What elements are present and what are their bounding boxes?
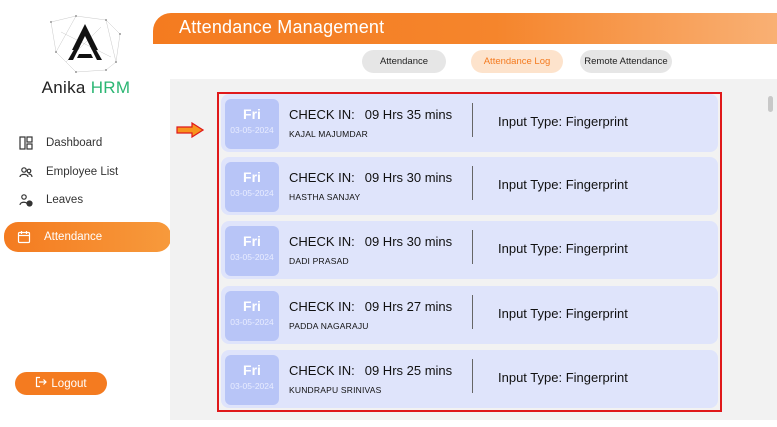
tab-attendance[interactable]: Attendance [362,50,446,73]
people-icon [18,164,34,180]
sidebar-item-employee-list[interactable]: Employee List [6,158,170,186]
brand-name: Anika HRM [0,78,172,98]
sidebar-item-label: Attendance [44,231,103,243]
arrow-right-icon [176,122,204,138]
app-window: Anika HRM Dashboard Employee List Leaves [0,0,777,427]
logout-icon [35,376,48,391]
page-title: Attendance Management [179,17,385,37]
tab-attendance-log[interactable]: Attendance Log [471,50,563,73]
dashboard-icon [18,135,34,151]
sidebar-item-label: Dashboard [46,137,103,149]
sidebar-item-label: Leaves [46,194,84,206]
page-header: Attendance Management [153,13,777,44]
scrollbar[interactable] [768,96,773,112]
sidebar-item-attendance[interactable]: Attendance [4,222,171,252]
logout-button[interactable]: Logout [15,372,107,395]
logout-label: Logout [51,377,87,390]
brand-suffix: HRM [90,78,131,97]
sidebar: Anika HRM Dashboard Employee List Leaves [0,0,172,427]
highlight-box [217,92,722,412]
sidebar-item-label: Employee List [46,166,119,178]
tab-remote-attendance[interactable]: Remote Attendance [580,50,672,73]
logo-icon [50,15,121,73]
calendar-icon [16,229,32,245]
sidebar-item-dashboard[interactable]: Dashboard [6,129,170,157]
brand-text: Anika [41,78,86,97]
sidebar-item-leaves[interactable]: Leaves [6,186,170,214]
leave-icon [18,192,34,208]
